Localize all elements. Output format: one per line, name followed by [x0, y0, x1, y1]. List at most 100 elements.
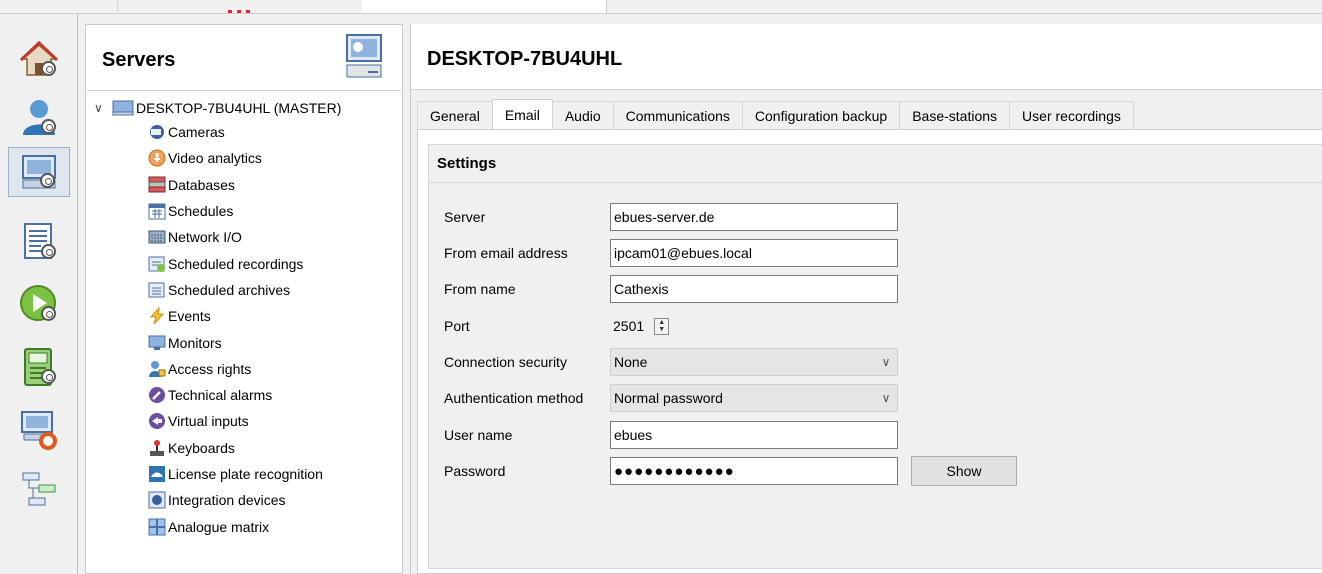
top-strip: [0, 0, 1322, 14]
tab-bar: General Email Audio Communications Confi…: [417, 99, 1134, 130]
user-settings-icon[interactable]: [8, 92, 70, 142]
port-value[interactable]: 2501: [613, 318, 644, 334]
tree-item-access-rights[interactable]: Access rights: [86, 356, 402, 382]
integration-icon: [148, 491, 166, 509]
chevron-down-icon[interactable]: ∨: [875, 391, 897, 405]
tree-root-server[interactable]: ∨ DESKTOP-7BU4UHL (MASTER): [86, 97, 402, 119]
tab-email[interactable]: Email: [491, 99, 553, 130]
database-icon: [148, 176, 166, 194]
list-settings-icon[interactable]: [8, 217, 70, 267]
tree-item-scheduled-archives[interactable]: Scheduled archives: [86, 277, 402, 303]
connection-security-row: Connection security None ∨: [444, 348, 898, 376]
tree-item-label: Monitors: [168, 334, 222, 351]
play-settings-icon[interactable]: [8, 279, 70, 329]
tree-item-events[interactable]: Events: [86, 303, 402, 329]
page-title: DESKTOP-7BU4UHL: [427, 48, 623, 70]
network-io-icon: [148, 228, 166, 246]
settings-group: Settings Server ebues-server.de From ema…: [428, 144, 1322, 569]
from-email-label: From email address: [444, 245, 568, 261]
wrench-icon: [148, 386, 166, 404]
tree-item-virtual-inputs[interactable]: Virtual inputs: [86, 408, 402, 434]
tree-item-label: Access rights: [168, 360, 252, 377]
user-name-label: User name: [444, 427, 513, 443]
tree-item-integration-devices[interactable]: Integration devices: [86, 487, 402, 513]
auth-method-value: Normal password: [614, 390, 723, 406]
connection-security-label: Connection security: [444, 354, 567, 370]
tree-item-technical-alarms[interactable]: Technical alarms: [86, 382, 402, 408]
tree-item-label: Scheduled archives: [168, 281, 291, 298]
tree-item-label: Events: [168, 308, 211, 325]
top-segment: [0, 0, 118, 12]
from-name-field[interactable]: Cathexis: [610, 275, 898, 303]
server-field[interactable]: ebues-server.de: [610, 203, 898, 231]
network-diagram-icon[interactable]: [8, 464, 70, 514]
tree-item-label: License plate recognition: [168, 466, 323, 482]
main-panel: DESKTOP-7BU4UHL General Email Audio Comm…: [410, 24, 1322, 574]
servers-panel: Servers ∨ DESKTOP-7BU4UHL (MASTER) Camer…: [85, 24, 403, 574]
auth-method-row: Authentication method Normal password ∨: [444, 384, 898, 412]
tree-item-label: Technical alarms: [168, 387, 273, 404]
main-title-bar: DESKTOP-7BU4UHL: [411, 24, 1322, 90]
chevron-down-icon[interactable]: ∨: [875, 355, 897, 369]
top-indicator: [228, 0, 258, 13]
license-plate-icon: [148, 465, 166, 483]
tree-item-license-plate-recognition[interactable]: License plate recognition: [86, 461, 402, 487]
tree-item-cameras[interactable]: Cameras: [86, 119, 402, 145]
auth-method-select[interactable]: Normal password ∨: [610, 384, 898, 412]
monitor-icon: [148, 334, 166, 352]
server-row: Server ebues-server.de: [444, 203, 898, 231]
connection-security-select[interactable]: None ∨: [610, 348, 898, 376]
from-email-field[interactable]: ipcam01@ebues.local: [610, 239, 898, 267]
joystick-icon: [148, 439, 166, 457]
tree-item-label: Network I/O: [168, 229, 242, 246]
navigation-icon-bar: [0, 14, 78, 574]
tree-item-scheduled-recordings[interactable]: Scheduled recordings: [86, 250, 402, 276]
tree-item-label: Integration devices: [168, 492, 286, 509]
tree-item-video-analytics[interactable]: Video analytics: [86, 145, 402, 171]
tree-item-databases[interactable]: Databases: [86, 172, 402, 198]
tree-item-monitors[interactable]: Monitors: [86, 329, 402, 355]
spinner-arrows-icon[interactable]: ▲ ▼: [654, 317, 670, 335]
tree-item-schedules[interactable]: Schedules: [86, 198, 402, 224]
port-stepper[interactable]: 2501 ▲ ▼: [610, 312, 690, 340]
settings-heading: Settings: [429, 145, 1322, 183]
chevron-down-icon[interactable]: ∨: [94, 101, 112, 115]
tree-item-keyboards[interactable]: Keyboards: [86, 435, 402, 461]
tree-item-label: Databases: [168, 176, 235, 193]
tab-communications[interactable]: Communications: [612, 101, 743, 129]
matrix-icon: [148, 518, 166, 536]
scheduled-recording-icon: [148, 255, 166, 273]
tree-item-label: Schedules: [168, 203, 234, 220]
gear-icon: [41, 306, 56, 321]
tree-item-analogue-matrix[interactable]: Analogue matrix: [86, 513, 402, 539]
server-label: Server: [444, 209, 486, 225]
tab-general[interactable]: General: [417, 101, 493, 129]
show-password-button[interactable]: Show: [911, 456, 1017, 486]
gear-icon: [41, 369, 56, 384]
server-tree: ∨ DESKTOP-7BU4UHL (MASTER) Cameras Video…: [86, 91, 402, 540]
port-label: Port: [444, 318, 470, 334]
device-settings-icon[interactable]: [8, 342, 70, 392]
tab-user-recordings[interactable]: User recordings: [1009, 101, 1134, 129]
tree-item-label: Cameras: [168, 124, 225, 141]
gear-icon: [41, 244, 56, 259]
gear-icon: [40, 173, 55, 188]
from-email-row: From email address ipcam01@ebues.local: [444, 239, 898, 267]
gear-icon: [41, 61, 56, 76]
password-row: Password ●●●●●●●●●●●●: [444, 457, 898, 485]
tab-content: Settings Server ebues-server.de From ema…: [417, 129, 1322, 574]
server-icon: [344, 33, 384, 79]
server-node-icon: [112, 100, 134, 116]
tree-item-network-io[interactable]: Network I/O: [86, 224, 402, 250]
home-settings-icon[interactable]: [8, 34, 70, 84]
password-field[interactable]: ●●●●●●●●●●●●: [610, 457, 898, 485]
user-name-field[interactable]: ebues: [610, 421, 898, 449]
tree-item-label: Scheduled recordings: [168, 255, 304, 272]
user-lock-icon: [148, 360, 166, 378]
tab-audio[interactable]: Audio: [551, 101, 614, 129]
server-lifebuoy-icon[interactable]: [8, 404, 70, 454]
gear-icon: [41, 119, 56, 134]
server-settings-icon[interactable]: [8, 147, 70, 197]
tab-base-stations[interactable]: Base-stations: [899, 101, 1011, 129]
tab-configuration-backup[interactable]: Configuration backup: [741, 101, 901, 129]
